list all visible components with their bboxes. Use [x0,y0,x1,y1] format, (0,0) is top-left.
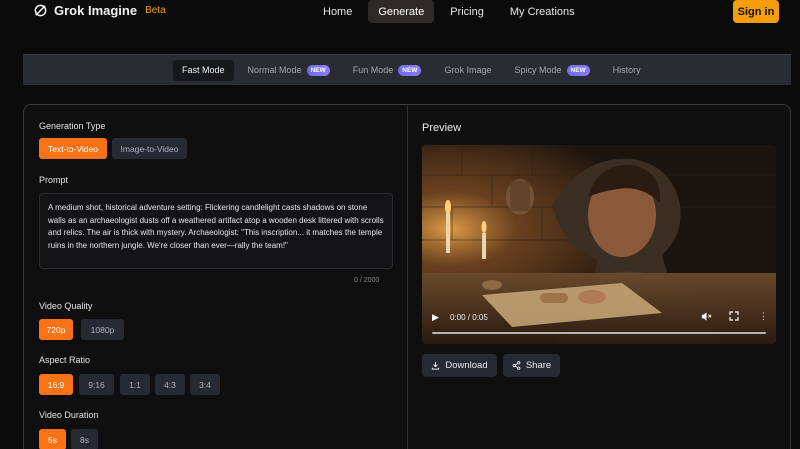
tab-fun-mode[interactable]: Fun Mode NEW [344,60,431,81]
prompt-textarea[interactable]: A medium shot, historical adventure sett… [39,193,393,269]
settings-column: Generation Type Text-to-Video Image-to-V… [24,105,408,449]
aspect-9-16-button[interactable]: 9:16 [79,374,114,395]
beta-badge: Beta [145,5,166,16]
tab-label: Normal Mode [247,65,302,75]
image-to-video-button[interactable]: Image-to-Video [112,138,187,159]
new-badge: NEW [398,64,422,76]
share-icon [512,361,521,370]
tab-normal-mode[interactable]: Normal Mode NEW [239,60,339,81]
new-badge: NEW [566,64,590,76]
nav-pricing[interactable]: Pricing [440,0,494,23]
video-controls: ▶ 0:00 / 0:05 ⋮ [422,306,776,344]
duration-5s-button[interactable]: 5s [39,429,66,449]
generator-panel: Generation Type Text-to-Video Image-to-V… [23,104,791,449]
video-duration-label: Video Duration [39,410,99,420]
aspect-3-4-button[interactable]: 3:4 [190,374,220,395]
tab-label: Fast Mode [182,65,225,75]
tab-grok-image[interactable]: Grok Image [435,60,500,81]
download-label: Download [445,360,488,371]
prompt-label: Prompt [39,175,69,185]
preview-column: Preview ▶ 0:00 / 0:05 ⋮ Download Share [408,105,790,449]
tab-fast-mode[interactable]: Fast Mode [173,59,234,81]
quality-720p-button[interactable]: 720p [39,319,73,340]
nav-generate[interactable]: Generate [368,0,435,23]
tab-label: History [612,65,641,75]
share-label: Share [525,360,552,371]
main-nav: Home Generate Pricing My Creations [313,0,591,23]
video-progress-bar[interactable] [432,332,766,334]
download-icon [432,361,440,370]
download-button[interactable]: Download [422,354,497,377]
nav-home[interactable]: Home [313,0,362,23]
more-options-icon[interactable]: ⋮ [759,311,768,322]
nav-my-creations[interactable]: My Creations [500,0,585,23]
volume-muted-icon[interactable] [701,311,712,322]
tab-history[interactable]: History [604,60,650,81]
quality-1080p-button[interactable]: 1080p [81,319,124,340]
text-to-video-button[interactable]: Text-to-Video [39,138,107,159]
sign-in-button[interactable]: Sign in [733,0,779,23]
preview-title: Preview [422,122,462,134]
tab-label: Fun Mode [352,65,394,75]
share-button[interactable]: Share [503,354,560,377]
top-navigation: Grok Imagine Beta Home Generate Pricing … [0,0,800,24]
grok-logo-icon [34,4,47,17]
video-time: 0:00 / 0:05 [450,313,488,322]
brand-name: Grok Imagine [54,3,138,18]
new-badge: NEW [306,64,330,76]
aspect-4-3-button[interactable]: 4:3 [155,374,185,395]
prompt-char-counter: 0 / 2000 [354,277,380,284]
generation-type-label: Generation Type [39,121,106,131]
tab-spicy-mode[interactable]: Spicy Mode NEW [505,60,598,81]
play-icon[interactable]: ▶ [432,312,439,323]
aspect-16-9-button[interactable]: 16:9 [39,374,73,395]
brand[interactable]: Grok Imagine Beta [33,3,166,18]
tab-label: Grok Image [444,65,492,75]
duration-8s-button[interactable]: 8s [71,429,98,449]
aspect-ratio-label: Aspect Ratio [39,355,91,365]
video-quality-label: Video Quality [39,301,93,311]
mode-tabs: Fast Mode Normal Mode NEW Fun Mode NEW Gro… [23,54,791,85]
aspect-1-1-button[interactable]: 1:1 [120,374,150,395]
fullscreen-icon[interactable] [729,311,739,321]
tab-label: Spicy Mode [514,65,562,75]
video-player[interactable]: ▶ 0:00 / 0:05 ⋮ [422,145,776,344]
